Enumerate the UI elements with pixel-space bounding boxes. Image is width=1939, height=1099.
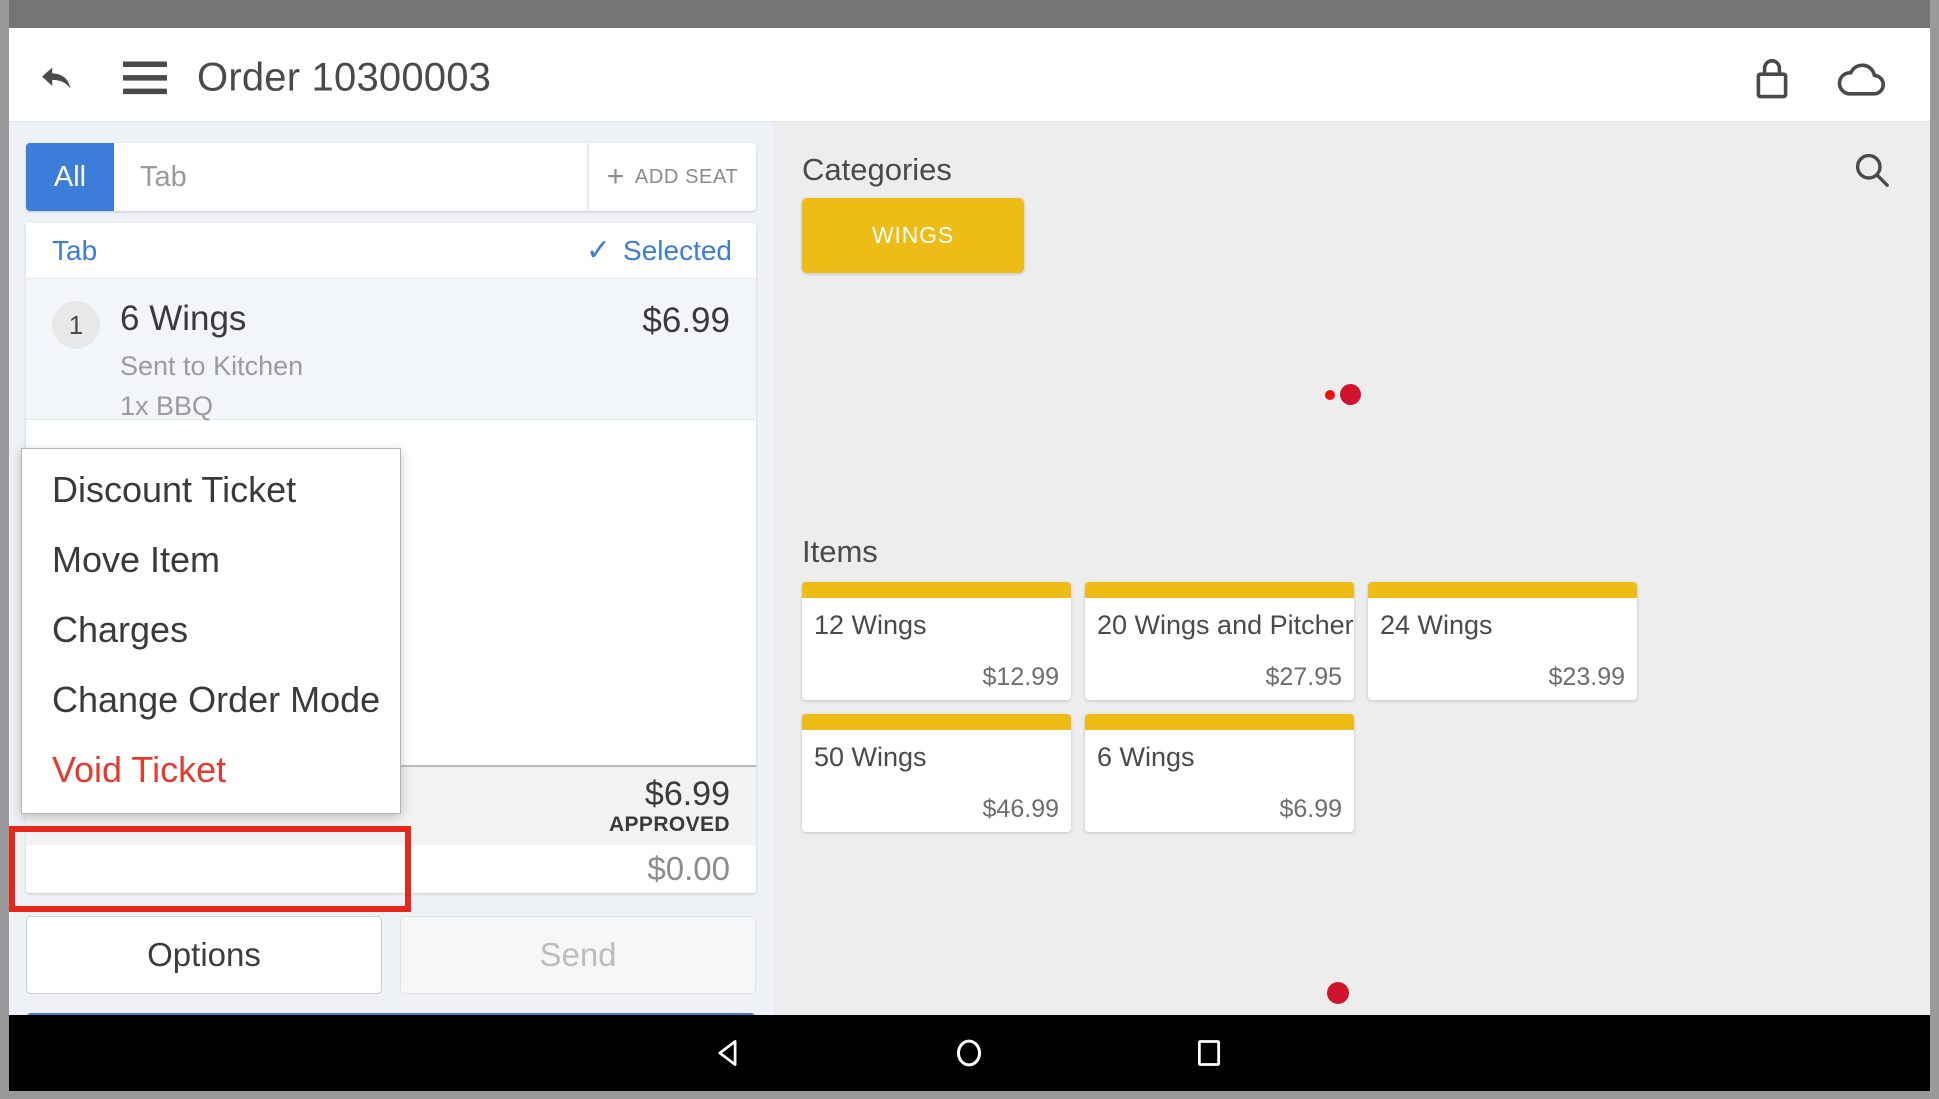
- nav-home-icon[interactable]: [909, 1015, 1029, 1091]
- selected-label: Selected: [623, 234, 732, 266]
- ticket-header-label: Tab: [52, 234, 98, 266]
- options-button[interactable]: Options: [26, 916, 382, 994]
- item-name: 12 Wings: [814, 610, 927, 640]
- item-price: $27.95: [1265, 663, 1342, 691]
- lock-icon[interactable]: [1747, 52, 1797, 104]
- plus-icon: +: [606, 160, 625, 193]
- balance-amount: $0.00: [52, 891, 730, 893]
- item-color-stripe: [1085, 714, 1354, 730]
- total-row-secondary: $0.00: [26, 845, 756, 887]
- page-title: Order 10300003: [197, 55, 492, 100]
- item-price: $12.99: [982, 663, 1059, 691]
- item-color-stripe: [802, 714, 1071, 730]
- item-price: $6.99: [1279, 795, 1342, 823]
- ticket-selected-indicator[interactable]: ✓ Selected: [586, 235, 732, 267]
- action-button-row: Options Send: [26, 916, 756, 994]
- cloud-icon[interactable]: [1834, 52, 1890, 104]
- item-name: 50 Wings: [814, 742, 927, 772]
- item-price: $46.99: [982, 795, 1059, 823]
- items-label: Items: [802, 534, 878, 569]
- add-seat-label: ADD SEAT: [634, 165, 739, 188]
- order-item-price: $6.99: [642, 301, 730, 340]
- app-bar: Order 10300003: [9, 28, 1930, 122]
- item-tile[interactable]: 24 Wings $23.99: [1368, 582, 1637, 700]
- item-name: 20 Wings and Pitcher: [1097, 610, 1354, 640]
- quantity-badge: 1: [52, 301, 100, 349]
- pointer-dot-medium: [1340, 384, 1361, 405]
- item-tile[interactable]: 12 Wings $12.99: [802, 582, 1071, 700]
- item-tile[interactable]: 6 Wings $6.99: [1085, 714, 1354, 832]
- menu-item-move-item[interactable]: Move Item: [22, 525, 400, 595]
- item-grid: 12 Wings $12.99 20 Wings and Pitcher $27…: [802, 582, 1906, 832]
- nav-recent-icon[interactable]: [1149, 1015, 1269, 1091]
- hamburger-menu-icon[interactable]: [119, 52, 171, 104]
- menu-item-void-ticket[interactable]: Void Ticket: [22, 735, 400, 805]
- order-item-modifier: 1x BBQ: [120, 391, 214, 421]
- item-tile[interactable]: 20 Wings and Pitcher $27.95: [1085, 582, 1354, 700]
- item-color-stripe: [802, 582, 1071, 598]
- pointer-dot-small: [1325, 390, 1335, 400]
- device-frame: Order 10300003 All Tab + ADD SEAT Tab ✓ …: [0, 0, 1939, 1099]
- nav-back-icon[interactable]: [669, 1015, 789, 1091]
- check-icon: ✓: [585, 233, 612, 267]
- total-row-balance: $0.00: [26, 887, 756, 893]
- back-arrow-icon[interactable]: [31, 52, 83, 104]
- item-tile[interactable]: 50 Wings $46.99: [802, 714, 1071, 832]
- item-name: 6 Wings: [1097, 742, 1195, 772]
- secondary-amount: $0.00: [647, 849, 730, 887]
- search-icon[interactable]: [1848, 146, 1896, 194]
- status-bar: [9, 0, 1930, 28]
- menu-item-discount-ticket[interactable]: Discount Ticket: [22, 455, 400, 525]
- category-list: WINGS: [802, 198, 1024, 273]
- order-item-name: 6 Wings: [120, 299, 247, 338]
- send-button[interactable]: Send: [400, 916, 756, 994]
- content-area: All Tab + ADD SEAT Tab ✓ Selected 1 6 Wi…: [9, 122, 1930, 1015]
- item-price: $23.99: [1548, 663, 1625, 691]
- menu-item-charges[interactable]: Charges: [22, 595, 400, 665]
- menu-item-change-order-mode[interactable]: Change Order Mode: [22, 665, 400, 735]
- item-color-stripe: [1085, 582, 1354, 598]
- order-item-status: Sent to Kitchen: [120, 351, 304, 381]
- app-screen: Order 10300003 All Tab + ADD SEAT Tab ✓ …: [9, 28, 1930, 1015]
- item-name: 24 Wings: [1380, 610, 1493, 640]
- catalog-panel: Categories WINGS Items 12 Wings $12.99 2…: [774, 122, 1930, 1015]
- context-menu: Discount Ticket Move Item Charges Change…: [21, 448, 401, 814]
- item-color-stripe: [1368, 582, 1637, 598]
- order-line-item[interactable]: 1 6 Wings $6.99 Sent to Kitchen 1x BBQ: [26, 279, 756, 421]
- tab-seat-name[interactable]: Tab: [114, 143, 588, 211]
- pointer-dot-lower: [1327, 982, 1349, 1004]
- android-nav-bar: [9, 1015, 1930, 1091]
- tab-all[interactable]: All: [26, 143, 114, 211]
- category-chip-wings[interactable]: WINGS: [802, 198, 1024, 273]
- ticket-header: Tab ✓ Selected: [26, 223, 756, 279]
- approved-status-label: APPROVED: [608, 812, 730, 836]
- categories-label: Categories: [802, 152, 952, 187]
- add-seat-button[interactable]: + ADD SEAT: [588, 143, 756, 211]
- seat-tab-strip: All Tab + ADD SEAT: [26, 143, 756, 211]
